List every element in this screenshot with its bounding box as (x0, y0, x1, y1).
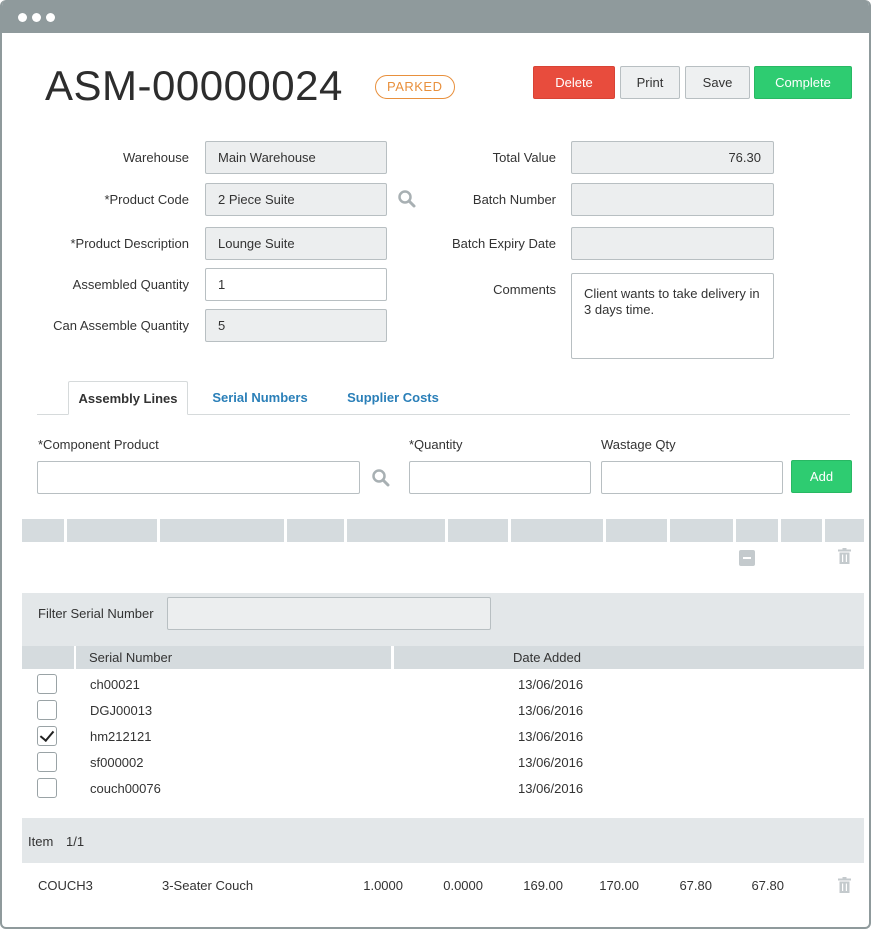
add-button[interactable]: Add (791, 460, 852, 493)
table-header-cell[interactable] (736, 519, 778, 542)
serial-row-checkbox[interactable] (37, 674, 57, 694)
line-item-value: 169.00 (523, 878, 563, 893)
line-item-code: COUCH3 (38, 878, 93, 893)
batch-expiry-label: Batch Expiry Date (451, 236, 556, 251)
app-window: ASM-00000024 PARKED Delete Print Save Co… (0, 0, 871, 929)
collapse-minus-icon[interactable] (739, 550, 755, 566)
trash-icon[interactable] (838, 548, 851, 564)
quantity-label: *Quantity (409, 437, 463, 452)
item-pager-bar (22, 818, 864, 863)
date-added: 13/06/2016 (518, 781, 584, 796)
serial-number: hm212121 (90, 729, 152, 744)
tab-supplier-costs[interactable]: Supplier Costs (333, 381, 453, 415)
window-dot-icon (32, 13, 41, 22)
can-assemble-quantity-field: 5 (205, 309, 387, 342)
component-search-icon[interactable] (371, 468, 391, 488)
table-header-cell[interactable] (22, 519, 64, 542)
batch-number-label: Batch Number (472, 192, 556, 207)
status-badge: PARKED (375, 75, 455, 99)
table-header-cell[interactable] (347, 519, 445, 542)
component-product-input[interactable] (37, 461, 360, 494)
tab-assembly-lines[interactable]: Assembly Lines (68, 381, 188, 415)
total-value-field: 76.30 (571, 141, 774, 174)
item-count: 1/1 (66, 834, 85, 849)
line-item-value: 1.0000 (363, 878, 403, 893)
assembled-quantity-label: Assembled Quantity (72, 277, 189, 292)
quantity-input[interactable] (409, 461, 591, 494)
serial-number: sf000002 (90, 755, 144, 770)
window-titlebar (2, 0, 869, 33)
line-item-value: 170.00 (599, 878, 639, 893)
total-value-label: Total Value (492, 150, 556, 165)
wastage-qty-input[interactable] (601, 461, 783, 494)
table-header-cell[interactable] (825, 519, 864, 542)
date-added: 13/06/2016 (518, 729, 584, 744)
item-label: Item (28, 834, 54, 849)
filter-serial-input[interactable] (167, 597, 491, 630)
line-item-value: 67.80 (679, 878, 712, 893)
serial-row-checkbox[interactable] (37, 726, 57, 746)
line-item-value: 67.80 (751, 878, 784, 893)
window-dot-icon (46, 13, 55, 22)
line-item-value: 0.0000 (443, 878, 483, 893)
date-added: 13/06/2016 (518, 755, 584, 770)
table-header-cell[interactable] (448, 519, 508, 542)
filter-serial-label: Filter Serial Number (38, 606, 154, 621)
wastage-qty-label: Wastage Qty (601, 437, 676, 452)
table-header-cell[interactable] (670, 519, 733, 542)
table-header-cell[interactable] (606, 519, 667, 542)
product-description-field[interactable]: Lounge Suite (205, 227, 387, 260)
select-column-header[interactable] (22, 646, 74, 669)
can-assemble-quantity-label: Can Assemble Quantity (53, 318, 189, 333)
date-added-column-header[interactable]: Date Added (394, 646, 864, 669)
warehouse-field[interactable]: Main Warehouse (205, 141, 387, 174)
product-description-label: *Product Description (70, 236, 190, 251)
batch-number-field[interactable] (571, 183, 774, 216)
warehouse-label: Warehouse (123, 150, 189, 165)
serial-number-column-header[interactable]: Serial Number (76, 646, 391, 669)
date-added: 13/06/2016 (518, 703, 584, 718)
table-header-cell[interactable] (67, 519, 157, 542)
page-title: ASM-00000024 (45, 62, 343, 109)
trash-icon[interactable] (838, 877, 851, 893)
serial-row-checkbox[interactable] (37, 778, 57, 798)
serial-number: ch00021 (90, 677, 140, 692)
batch-expiry-field[interactable] (571, 227, 774, 260)
product-code-field[interactable]: 2 Piece Suite (205, 183, 387, 216)
component-product-label: *Component Product (38, 437, 159, 452)
table-header-cell[interactable] (511, 519, 603, 542)
tab-serial-numbers[interactable]: Serial Numbers (200, 381, 320, 415)
table-header-cell[interactable] (160, 519, 284, 542)
serial-number: couch00076 (90, 781, 161, 796)
comments-textarea[interactable]: Client wants to take delivery in 3 days … (571, 273, 774, 359)
product-search-icon[interactable] (397, 189, 417, 209)
line-item-description: 3-Seater Couch (162, 878, 254, 893)
serial-row-checkbox[interactable] (37, 700, 57, 720)
window-dot-icon (18, 13, 27, 22)
product-code-label: *Product Code (104, 192, 189, 207)
complete-button[interactable]: Complete (754, 66, 852, 99)
delete-button[interactable]: Delete (533, 66, 615, 99)
table-header-cell[interactable] (287, 519, 344, 542)
print-button[interactable]: Print (620, 66, 680, 99)
comments-label: Comments (493, 282, 556, 297)
date-added: 13/06/2016 (518, 677, 584, 692)
save-button[interactable]: Save (685, 66, 750, 99)
assembled-quantity-input[interactable]: 1 (205, 268, 387, 301)
serial-row-checkbox[interactable] (37, 752, 57, 772)
serial-number: DGJ00013 (90, 703, 153, 718)
table-header-cell[interactable] (781, 519, 822, 542)
